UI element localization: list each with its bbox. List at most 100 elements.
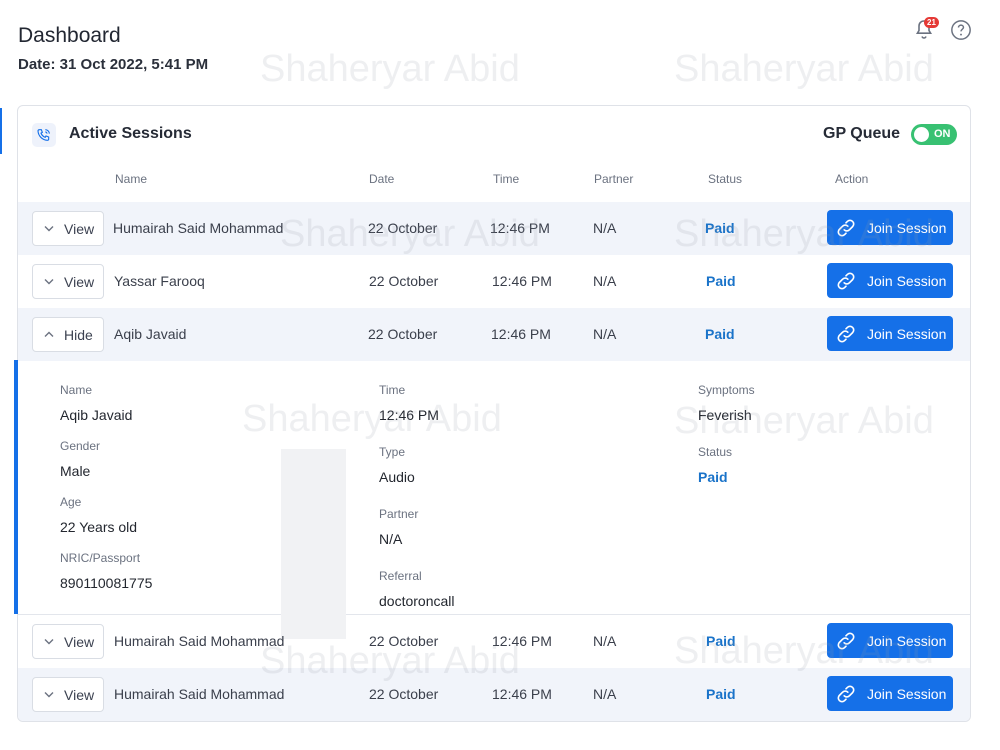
link-icon xyxy=(837,325,855,342)
join-session-button[interactable]: Join Session xyxy=(827,263,953,298)
detail-label-time: Time xyxy=(379,383,406,397)
session-status: Paid xyxy=(706,273,736,289)
card-header: Active Sessions GP Queue ON xyxy=(18,106,970,164)
column-header-name: Name xyxy=(115,172,148,186)
detail-label-nric: NRIC/Passport xyxy=(60,551,141,565)
detail-label-gender: Gender xyxy=(60,439,101,453)
session-status: Paid xyxy=(705,220,735,236)
join-session-label: Join Session xyxy=(867,685,947,702)
detail-gender: Male xyxy=(60,463,91,479)
detail-name: Aqib Javaid xyxy=(60,407,133,423)
column-header-partner: Partner xyxy=(594,172,634,186)
table-header: Name Date Time Partner Status Action xyxy=(18,172,970,190)
detail-referral: doctoroncall xyxy=(379,593,455,609)
detail-type: Audio xyxy=(379,469,415,485)
column-header-time: Time xyxy=(493,172,520,186)
view-toggle-label: View xyxy=(64,633,95,650)
column-header-status: Status xyxy=(708,172,743,186)
column-header-action: Action xyxy=(835,172,869,186)
link-icon xyxy=(837,685,855,702)
session-date: 22 October xyxy=(368,220,438,236)
detail-status: Paid xyxy=(698,469,728,485)
session-time: 12:46 PM xyxy=(491,326,551,342)
detail-time: 12:46 PM xyxy=(379,407,439,423)
session-name: Aqib Javaid xyxy=(114,326,187,342)
help-icon[interactable] xyxy=(950,19,972,41)
details-column-session: Time 12:46 PM Type Audio Partner N/A Ref… xyxy=(379,383,455,625)
details-column-patient: Name Aqib Javaid Gender Male Age 22 Year… xyxy=(60,383,152,607)
notifications-button[interactable]: 21 xyxy=(912,17,939,42)
session-name: Humairah Said Mohammad xyxy=(114,686,285,702)
chevron-down-icon xyxy=(44,279,54,285)
detail-label-partner: Partner xyxy=(379,507,419,521)
session-status: Paid xyxy=(706,633,736,649)
watermark-text: Shaheryar Abid xyxy=(674,48,934,90)
link-icon xyxy=(837,272,855,289)
session-partner: N/A xyxy=(593,686,617,702)
join-session-button[interactable]: Join Session xyxy=(827,316,953,351)
chevron-down-icon xyxy=(44,692,54,698)
session-date: 22 October xyxy=(368,326,438,342)
expanded-row-indicator xyxy=(14,360,18,614)
notification-count-badge: 21 xyxy=(924,17,939,28)
detail-label-type: Type xyxy=(379,445,406,459)
view-toggle-label: View xyxy=(64,273,95,290)
session-status: Paid xyxy=(706,686,736,702)
link-icon xyxy=(837,219,855,236)
detail-partner: N/A xyxy=(379,531,403,547)
session-date: 22 October xyxy=(369,686,439,702)
view-toggle-button[interactable]: View xyxy=(32,211,104,246)
phone-call-icon xyxy=(37,129,50,141)
link-icon xyxy=(837,632,855,649)
table-row: View Humairah Said Mohammad 22 October 1… xyxy=(18,668,970,721)
session-details-panel: Name Aqib Javaid Gender Male Age 22 Year… xyxy=(18,361,970,639)
session-name: Humairah Said Mohammad xyxy=(114,633,285,649)
detail-label-status: Status xyxy=(698,445,733,459)
table-row: View Yassar Farooq 22 October 12:46 PM N… xyxy=(18,255,970,308)
join-session-button[interactable]: Join Session xyxy=(827,676,953,711)
table-row: View Humairah Said Mohammad 22 October 1… xyxy=(18,615,970,668)
view-toggle-label: Hide xyxy=(64,326,93,343)
view-toggle-button[interactable]: View xyxy=(32,264,104,299)
phone-icon-box xyxy=(32,123,56,147)
view-toggle-button[interactable]: View xyxy=(32,624,104,659)
session-date: 22 October xyxy=(369,633,439,649)
table-row-expanded: Hide Aqib Javaid 22 October 12:46 PM N/A… xyxy=(18,308,970,361)
card-title: Active Sessions xyxy=(69,125,192,142)
nav-active-indicator xyxy=(0,108,2,154)
detail-label-referral: Referral xyxy=(379,569,422,583)
session-date: 22 October xyxy=(369,273,439,289)
gp-queue-toggle[interactable]: ON xyxy=(911,124,957,145)
toggle-state-label: ON xyxy=(934,128,951,140)
active-sessions-card: Active Sessions GP Queue ON Name Date Ti… xyxy=(17,105,971,722)
watermark-text: Shaheryar Abid xyxy=(260,48,520,90)
detail-label-symptoms: Symptoms xyxy=(698,383,755,397)
session-time: 12:46 PM xyxy=(492,273,552,289)
session-status: Paid xyxy=(705,326,735,342)
session-partner: N/A xyxy=(593,326,617,342)
detail-symptoms: Feverish xyxy=(698,407,752,423)
hide-toggle-button[interactable]: Hide xyxy=(32,317,104,352)
page-title: Dashboard xyxy=(18,24,121,47)
details-column-status: Symptoms Feverish Status Paid xyxy=(698,383,755,501)
join-session-label: Join Session xyxy=(867,272,947,289)
session-time: 12:46 PM xyxy=(492,633,552,649)
session-time: 12:46 PM xyxy=(492,686,552,702)
join-session-button[interactable]: Join Session xyxy=(827,210,953,245)
view-toggle-label: View xyxy=(64,686,95,703)
session-name: Yassar Farooq xyxy=(114,273,205,289)
gp-queue-label: GP Queue xyxy=(823,125,901,142)
view-toggle-button[interactable]: View xyxy=(32,677,104,712)
session-partner: N/A xyxy=(593,633,617,649)
chevron-up-icon xyxy=(44,331,54,337)
table-row: View Humairah Said Mohammad 22 October 1… xyxy=(18,202,970,255)
toggle-knob xyxy=(914,127,929,142)
join-session-label: Join Session xyxy=(867,219,947,236)
join-session-button[interactable]: Join Session xyxy=(827,623,953,658)
join-session-label: Join Session xyxy=(867,632,947,649)
session-partner: N/A xyxy=(593,220,617,236)
detail-label-age: Age xyxy=(60,495,82,509)
session-partner: N/A xyxy=(593,273,617,289)
chevron-down-icon xyxy=(44,639,54,645)
chevron-down-icon xyxy=(44,226,54,232)
